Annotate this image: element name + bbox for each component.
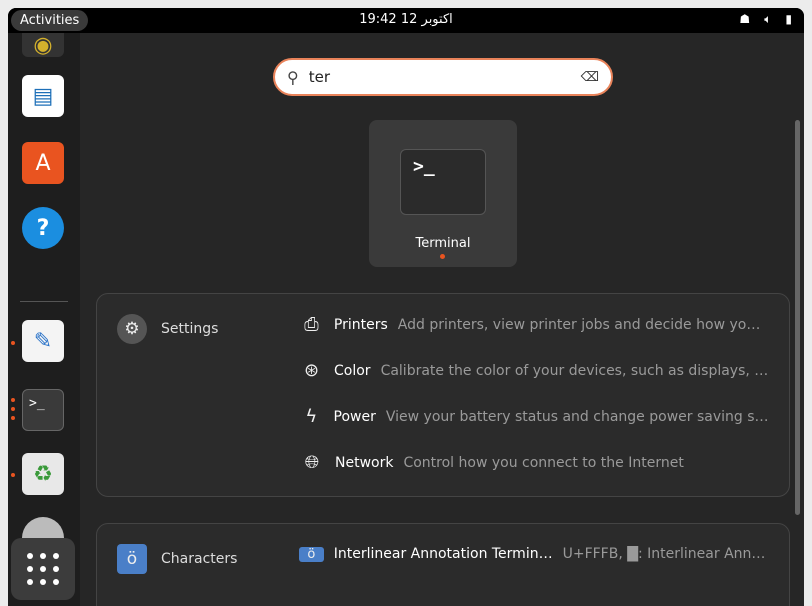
writer-icon: ▤: [32, 83, 54, 109]
dock-app-writer[interactable]: ▤: [22, 75, 64, 117]
provider-name: Characters: [161, 551, 238, 567]
dock-app-help[interactable]: ?: [22, 207, 64, 249]
settings-results: ⚙ Settings ⎙ Printers Add printers, view p…: [96, 293, 790, 497]
result-description: U+FFFB, █: Interlinear Annot…: [562, 546, 769, 562]
result-printers[interactable]: ⎙ Printers Add printers, view printer jobs…: [299, 314, 769, 335]
terminal-icon: >_: [400, 149, 486, 215]
result-character[interactable]: ö Interlinear Annotation Termin… U+FFFB, █…: [299, 546, 769, 562]
result-color[interactable]: ⊛ Color Calibrate the color of your device…: [299, 360, 769, 381]
result-description: Control how you connect to the Internet: [403, 454, 684, 471]
volume-icon[interactable]: 🔈︎: [764, 12, 771, 27]
app-result-terminal[interactable]: >_ Terminal: [369, 120, 517, 267]
top-bar: Activities 19:42 12 اکتوبر ☗ 🔈︎ ▮: [8, 8, 804, 33]
speaker-icon: ◉: [33, 32, 53, 58]
result-description: View your battery status and change powe…: [385, 408, 769, 425]
help-icon: ?: [36, 215, 50, 241]
search-icon: ⚲: [287, 67, 299, 87]
text-editor-icon: ✎: [33, 328, 53, 354]
characters-icon: ö: [117, 544, 147, 574]
network-icon[interactable]: ☗: [739, 12, 750, 27]
dock-app-software[interactable]: A: [22, 142, 64, 184]
provider-settings[interactable]: ⚙ Settings: [117, 314, 218, 344]
terminal-icon: >_: [29, 396, 45, 411]
running-indicator: [11, 416, 15, 420]
characters-results: ö Characters ö Interlinear Annotation Ter…: [96, 523, 790, 606]
system-tray[interactable]: ☗ 🔈︎ ▮: [739, 12, 792, 27]
result-title: Printers: [333, 316, 388, 333]
running-indicator: [11, 341, 15, 345]
search-input[interactable]: [308, 68, 581, 86]
running-indicator: [11, 407, 15, 411]
software-icon: A: [35, 150, 51, 176]
dock-app-text-editor[interactable]: ✎: [22, 320, 64, 362]
provider-name: Settings: [161, 321, 219, 337]
battery-icon[interactable]: ▮: [785, 12, 792, 27]
characters-icon: ö: [299, 546, 324, 562]
app-label: Terminal: [415, 236, 471, 251]
result-description: Add printers, view printer jobs and deci…: [397, 316, 769, 333]
search-field[interactable]: ⚲ ⌫: [273, 58, 613, 96]
scrollbar[interactable]: [795, 120, 800, 515]
trash-icon: ♻: [33, 461, 53, 487]
result-description: Calibrate the color of your devices, suc…: [380, 362, 769, 379]
result-title: Color: [334, 362, 371, 379]
globe-icon: 🌐︎: [304, 452, 320, 473]
dock-separator: [20, 301, 68, 302]
clock[interactable]: 19:42 12 اکتوبر: [8, 12, 804, 27]
power-icon: ϟ: [305, 406, 318, 427]
desktop: Activities 19:42 12 اکتوبر ☗ 🔈︎ ▮ ◉ ▤ A …: [8, 8, 804, 606]
clear-search-icon[interactable]: ⌫: [581, 70, 599, 85]
running-indicator: [11, 473, 15, 477]
result-title: Power: [333, 408, 376, 425]
result-power[interactable]: ϟ Power View your battery status and chang…: [299, 406, 769, 427]
result-network[interactable]: 🌐︎ Network Control how you connect to the …: [299, 452, 769, 473]
color-icon: ⊛: [303, 360, 320, 381]
result-title: Interlinear Annotation Termin…: [333, 546, 553, 562]
provider-characters[interactable]: ö Characters: [117, 544, 237, 574]
dock: ◉ ▤ A ? ✎ >_ ♻: [8, 33, 80, 606]
dock-app-rhythmbox[interactable]: ◉: [22, 32, 64, 58]
show-apps-button[interactable]: [11, 538, 75, 600]
settings-gear-icon: ⚙: [117, 314, 147, 344]
result-title: Network: [335, 454, 394, 471]
running-indicator: [11, 398, 15, 402]
dock-app-terminal[interactable]: >_: [22, 389, 64, 431]
running-indicator: [440, 254, 445, 259]
printer-icon: ⎙: [304, 314, 319, 335]
dock-app-trash[interactable]: ♻: [22, 453, 64, 495]
